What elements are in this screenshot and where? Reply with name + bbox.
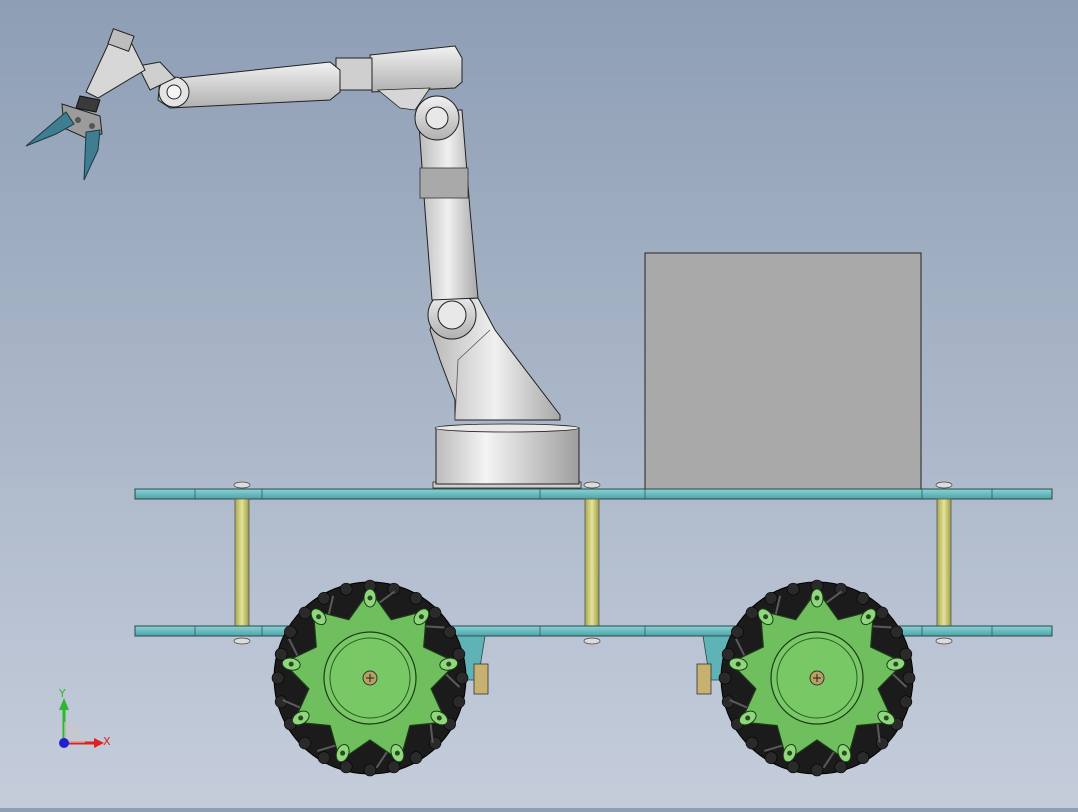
bottom-platform[interactable] (134, 625, 1053, 695)
y-axis-label: Y (58, 687, 66, 700)
control-box[interactable] (644, 252, 922, 490)
arm-lower-link[interactable] (427, 290, 561, 421)
top-platform[interactable] (134, 488, 1053, 500)
standoff-right[interactable] (935, 481, 953, 645)
arm-forearm[interactable] (137, 61, 341, 109)
coordinate-triad: Y X (58, 687, 111, 748)
gripper[interactable] (25, 103, 103, 181)
standoff-middle[interactable] (583, 481, 601, 645)
cad-viewport[interactable]: Y X (0, 0, 1078, 808)
arm-wrist[interactable] (75, 28, 146, 113)
z-axis-dot (59, 738, 69, 748)
left-mecanum-wheel[interactable] (271, 579, 469, 777)
robot-arm[interactable] (25, 28, 582, 489)
x-axis-label: X (103, 735, 111, 748)
arm-base[interactable] (432, 423, 582, 489)
standoff-left[interactable] (233, 481, 251, 645)
right-mecanum-wheel[interactable] (718, 579, 916, 777)
model-canvas[interactable]: Y X (0, 0, 1078, 808)
arm-upper-link[interactable] (414, 95, 479, 301)
